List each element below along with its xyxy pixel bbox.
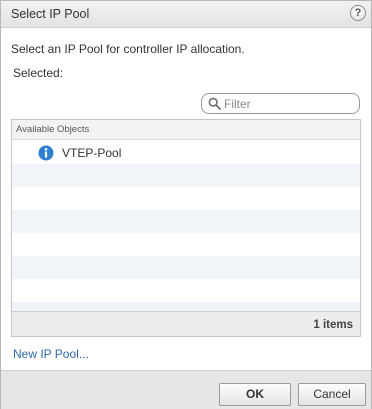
filter-input[interactable]	[224, 96, 354, 112]
help-icon[interactable]: ?	[350, 5, 366, 21]
selected-label: Selected:	[13, 66, 64, 80]
instruction-text: Select an IP Pool for controller IP allo…	[11, 42, 245, 56]
table-row-empty	[12, 302, 360, 311]
grid-column-header[interactable]: Available Objects	[12, 120, 360, 140]
dialog-titlebar: Select IP Pool ?	[1, 1, 371, 28]
row-label-vtep-pool: VTEP-Pool	[62, 146, 122, 160]
search-icon	[208, 97, 221, 110]
info-icon	[38, 145, 54, 161]
table-row-empty	[12, 187, 360, 210]
table-row-empty	[12, 233, 360, 256]
dialog-title: Select IP Pool	[11, 7, 90, 21]
item-count: 1 items	[313, 319, 353, 331]
button-bar: OK Cancel	[1, 370, 371, 409]
filter-field[interactable]	[201, 93, 360, 114]
column-header-available-objects: Available Objects	[16, 124, 90, 135]
table-row-empty	[12, 210, 360, 233]
new-ip-pool-link[interactable]: New IP Pool...	[13, 347, 89, 361]
table-row-empty	[12, 164, 360, 187]
grid-footer: 1 items	[12, 311, 360, 336]
select-ip-pool-dialog: Select IP Pool ? Select an IP Pool for c…	[0, 0, 372, 409]
table-row[interactable]: VTEP-Pool	[12, 141, 360, 164]
cancel-button[interactable]: Cancel	[298, 383, 366, 406]
table-row-empty	[12, 279, 360, 302]
table-row-empty	[12, 256, 360, 279]
available-objects-grid: Available Objects VTEP-Pool 1 items	[11, 119, 361, 337]
ok-button[interactable]: OK	[219, 383, 291, 406]
